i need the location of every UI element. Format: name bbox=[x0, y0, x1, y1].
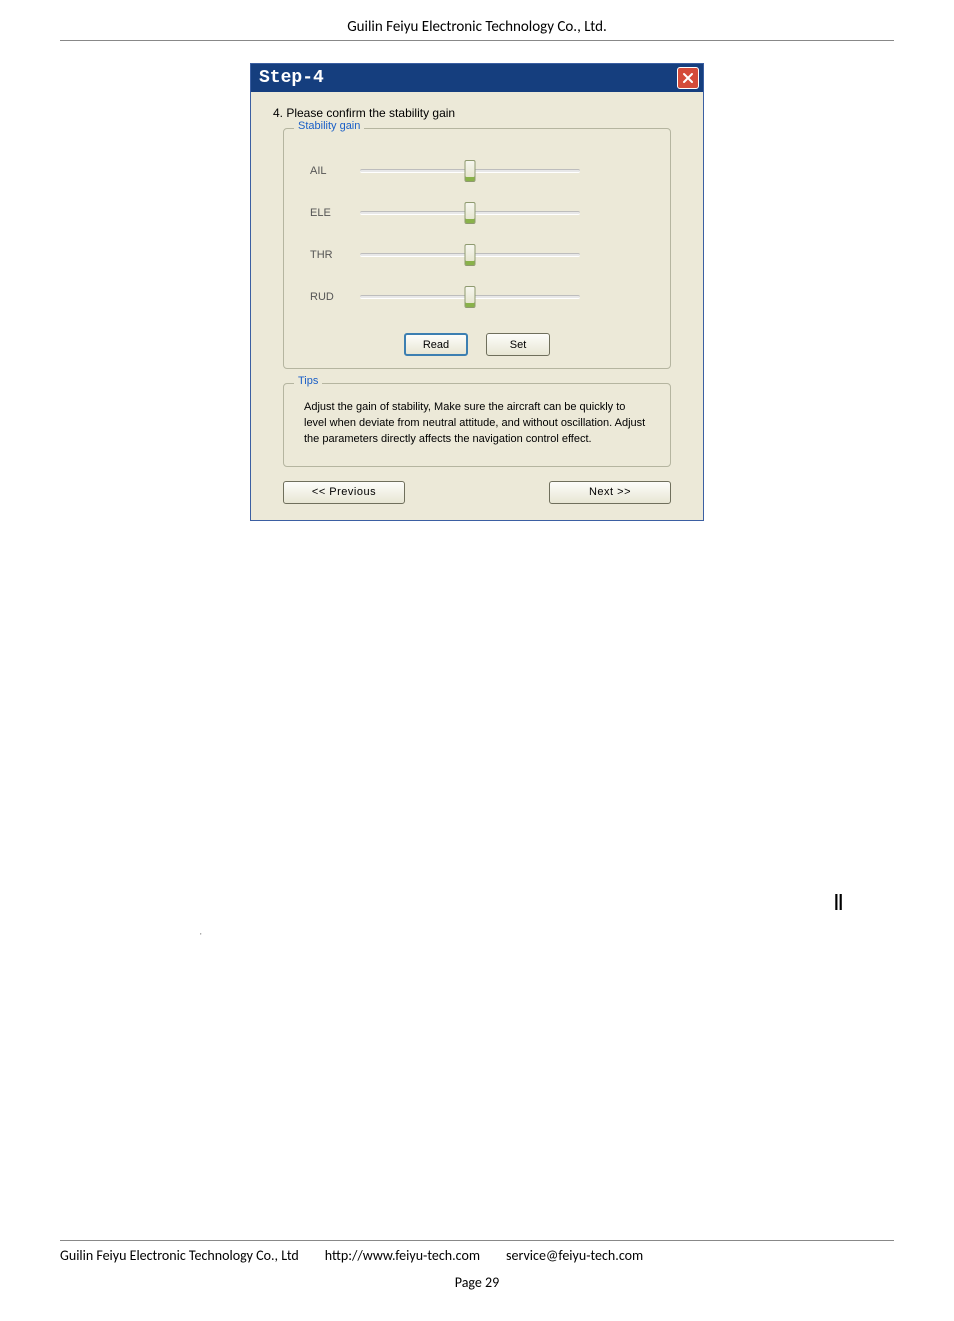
header-company: Guilin Feiyu Electronic Technology Co., … bbox=[347, 18, 607, 36]
ele-slider[interactable] bbox=[360, 211, 580, 215]
stability-gain-group: Stability gain AIL ELE T bbox=[283, 128, 671, 369]
ail-slider[interactable] bbox=[360, 169, 580, 173]
slider-row-rud: RUD bbox=[310, 291, 654, 303]
tips-text: Adjust the gain of stability, Make sure … bbox=[300, 398, 654, 454]
footer-line: Guilin Feiyu Electronic Technology Co., … bbox=[60, 1240, 894, 1264]
close-button[interactable] bbox=[677, 67, 699, 89]
titlebar: Step-4 bbox=[251, 64, 703, 92]
set-button[interactable]: Set bbox=[486, 333, 550, 356]
slider-label-rud: RUD bbox=[310, 291, 352, 303]
page-footer: Guilin Feiyu Electronic Technology Co., … bbox=[60, 1240, 894, 1291]
stability-gain-legend: Stability gain bbox=[294, 120, 364, 132]
close-icon bbox=[682, 72, 694, 84]
document-page: Guilin Feiyu Electronic Technology Co., … bbox=[0, 0, 954, 1321]
read-set-row: Read Set bbox=[300, 333, 654, 356]
slider-label-ele: ELE bbox=[310, 207, 352, 219]
ele-slider-thumb[interactable] bbox=[465, 202, 476, 224]
dialog-body: 4. Please confirm the stability gain Sta… bbox=[251, 92, 703, 520]
read-button[interactable]: Read bbox=[404, 333, 468, 356]
stray-glyph-row: , Ⅱ bbox=[60, 890, 894, 936]
slider-row-ail: AIL bbox=[310, 165, 654, 177]
ail-slider-thumb[interactable] bbox=[465, 160, 476, 182]
thr-slider-thumb[interactable] bbox=[465, 244, 476, 266]
footer-page-number: Page 29 bbox=[60, 1274, 894, 1291]
page-header: Guilin Feiyu Electronic Technology Co., … bbox=[60, 0, 894, 41]
next-button[interactable]: Next >> bbox=[549, 481, 671, 504]
rud-slider[interactable] bbox=[360, 295, 580, 299]
roman-numeral-two: Ⅱ bbox=[833, 890, 894, 936]
previous-button[interactable]: << Previous bbox=[283, 481, 405, 504]
thr-slider[interactable] bbox=[360, 253, 580, 257]
step4-dialog: Step-4 4. Please confirm the stability g… bbox=[250, 63, 704, 521]
slider-row-thr: THR bbox=[310, 249, 654, 261]
slider-row-ele: ELE bbox=[310, 207, 654, 219]
stray-comma: , bbox=[60, 890, 202, 936]
rud-slider-thumb[interactable] bbox=[465, 286, 476, 308]
slider-label-ail: AIL bbox=[310, 165, 352, 177]
footer-url: http://www.feiyu-tech.com bbox=[325, 1247, 480, 1264]
dialog-container: Step-4 4. Please confirm the stability g… bbox=[60, 63, 894, 521]
step-heading: 4. Please confirm the stability gain bbox=[269, 106, 685, 120]
tips-group: Tips Adjust the gain of stability, Make … bbox=[283, 383, 671, 467]
footer-company: Guilin Feiyu Electronic Technology Co., … bbox=[60, 1247, 299, 1264]
slider-label-thr: THR bbox=[310, 249, 352, 261]
wizard-nav-row: << Previous Next >> bbox=[283, 481, 671, 504]
tips-legend: Tips bbox=[294, 375, 322, 387]
window-title: Step-4 bbox=[259, 68, 324, 88]
footer-email: service@feiyu-tech.com bbox=[506, 1247, 643, 1264]
